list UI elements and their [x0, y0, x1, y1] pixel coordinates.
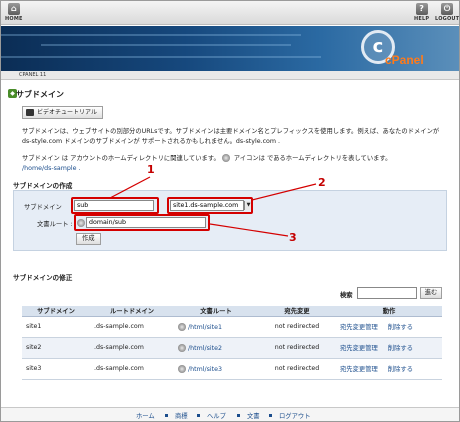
cell-root-domain: .ds-sample.com	[90, 316, 174, 338]
home-label: HOME	[5, 16, 23, 22]
banner-decor	[1, 56, 321, 58]
home-directory-icon	[178, 364, 186, 373]
home-icon: ⌂	[7, 3, 20, 15]
footer-separator	[197, 414, 200, 417]
manage-redirect-link[interactable]: 宛先変更管理	[340, 366, 378, 373]
delete-link[interactable]: 削除する	[388, 345, 413, 352]
note-part-a: サブドメイン は アカウントのホームディレクトリに関連しています。	[22, 155, 220, 162]
cell-subdomain: site1	[22, 316, 90, 338]
header-banner: c cPanel	[1, 26, 459, 71]
video-tutorial-button[interactable]: ビデオチュートリアル	[22, 106, 103, 119]
cell-document-root: /html/site1	[174, 316, 258, 338]
col-subdomain[interactable]: サブドメイン	[22, 306, 90, 317]
search-label: 検索	[340, 292, 353, 299]
home-directory-link[interactable]: /home/ds-sample .	[22, 165, 81, 172]
cpanel-logo: cPanel	[385, 53, 424, 67]
help-label: HELP	[414, 16, 430, 22]
highlight-box-1	[71, 197, 159, 214]
col-redirect: 宛先変更	[258, 306, 336, 317]
cell-actions: 宛先変更管理 削除する	[336, 316, 442, 338]
cell-subdomain: site2	[22, 337, 90, 359]
document-root-link[interactable]: /html/site2	[188, 345, 222, 352]
table-row: site3 .ds-sample.com /html/site3 not red…	[22, 358, 442, 380]
note-part-b: アイコンは であるホームディレクトリを表しています。	[233, 155, 392, 162]
footer-separator	[269, 414, 272, 417]
col-root-domain[interactable]: ルートドメイン	[90, 306, 174, 317]
docroot-label: 文書ルート :	[37, 221, 73, 228]
callout-2: 2	[318, 176, 326, 189]
delete-link[interactable]: 削除する	[388, 366, 413, 373]
logout-button[interactable]: ⏻ LOGOUT	[435, 3, 459, 22]
col-actions: 動作	[336, 306, 442, 317]
description: サブドメインは、ウェブサイトの別部分のURLsです。サブドメインは主要ドメイン名…	[22, 128, 440, 145]
search-button[interactable]: 進む	[420, 287, 442, 299]
document-root-link[interactable]: /html/site3	[188, 366, 222, 373]
cell-actions: 宛先変更管理 削除する	[336, 358, 442, 380]
help-button[interactable]: ? HELP	[414, 3, 429, 22]
modify-section-title: サブドメインの修正	[13, 274, 73, 282]
footer-separator	[165, 414, 168, 417]
cell-document-root: /html/site2	[174, 337, 258, 359]
video-icon	[26, 109, 34, 116]
cell-redirect: not redirected	[258, 358, 336, 380]
table-header-row: サブドメイン ルートドメイン 文書ルート 宛先変更 動作	[22, 306, 442, 317]
breadcrumb: CPANEL 11	[1, 71, 459, 80]
video-tutorial-label: ビデオチュートリアル	[37, 109, 97, 116]
footer-link-home[interactable]: ホーム	[136, 411, 155, 420]
banner-decor	[1, 34, 301, 36]
cell-redirect: not redirected	[258, 316, 336, 338]
footer-link-trademarks[interactable]: 商標	[175, 411, 188, 420]
callout-1: 1	[147, 163, 155, 176]
subdomain-table: サブドメイン ルートドメイン 文書ルート 宛先変更 動作 site1 .ds-s…	[22, 306, 442, 380]
home-directory-icon	[178, 322, 186, 331]
cell-actions: 宛先変更管理 削除する	[336, 337, 442, 359]
cell-subdomain: site3	[22, 358, 90, 380]
footer-link-help[interactable]: ヘルプ	[207, 411, 226, 420]
cell-root-domain: .ds-sample.com	[90, 358, 174, 380]
search-input[interactable]	[357, 287, 417, 299]
home-directory-icon	[221, 154, 230, 162]
delete-link[interactable]: 削除する	[388, 324, 413, 331]
create-button[interactable]: 作成	[76, 233, 101, 245]
highlight-box-2	[167, 197, 253, 214]
page-title: サブドメイン	[16, 90, 64, 99]
logout-icon: ⏻	[441, 3, 454, 15]
col-document-root[interactable]: 文書ルート	[174, 306, 258, 317]
footer-link-logout[interactable]: ログアウト	[279, 411, 310, 420]
footer-link-docs[interactable]: 文書	[247, 411, 260, 420]
manage-redirect-link[interactable]: 宛先変更管理	[340, 345, 378, 352]
home-directory-icon	[178, 343, 186, 352]
help-icon: ?	[415, 3, 428, 15]
banner-decor	[41, 44, 291, 46]
home-button[interactable]: ⌂ HOME	[5, 3, 23, 22]
logout-label: LOGOUT	[435, 16, 460, 22]
breadcrumb-cpanel[interactable]: CPANEL 11	[19, 72, 46, 78]
cell-document-root: /html/site3	[174, 358, 258, 380]
manage-redirect-link[interactable]: 宛先変更管理	[340, 324, 378, 331]
table-row: site2 .ds-sample.com /html/site2 not red…	[22, 337, 442, 359]
footer-nav: ホーム 商標 ヘルプ 文書 ログアウト	[1, 407, 459, 421]
document-root-link[interactable]: /html/site1	[188, 324, 222, 331]
cell-redirect: not redirected	[258, 337, 336, 359]
home-directory-note: サブドメイン は アカウントのホームディレクトリに関連しています。 アイコンは …	[22, 154, 442, 174]
top-toolbar: ⌂ HOME ? HELP ⏻ LOGOUT	[1, 1, 459, 25]
callout-3: 3	[289, 231, 297, 244]
cell-root-domain: .ds-sample.com	[90, 337, 174, 359]
highlight-box-3	[74, 214, 210, 231]
table-row: site1 .ds-sample.com /html/site1 not red…	[22, 316, 442, 338]
subdomain-label: サブドメイン	[24, 204, 62, 211]
footer-separator	[237, 414, 240, 417]
create-section-title: サブドメインの作成	[13, 182, 73, 190]
